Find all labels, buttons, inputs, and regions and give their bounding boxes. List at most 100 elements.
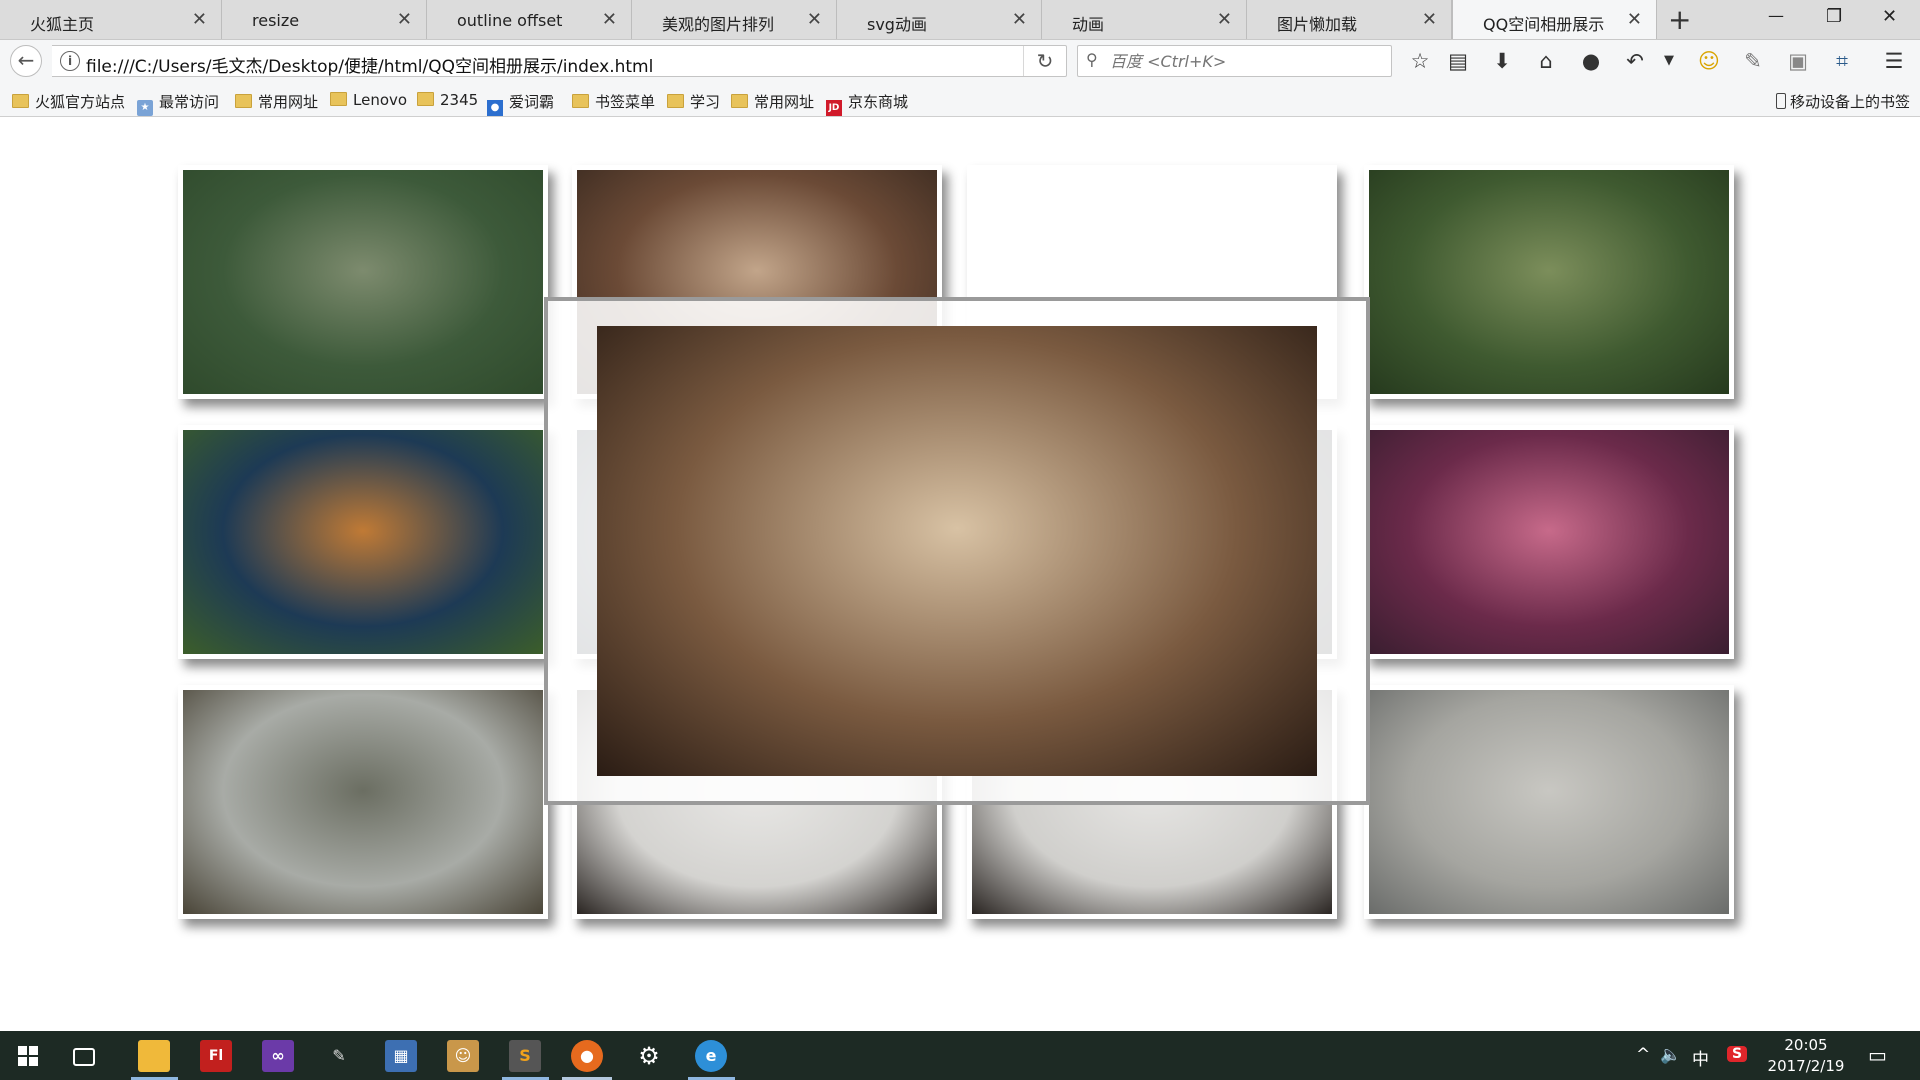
bookmark-label: 2345 — [440, 91, 479, 109]
close-window-button[interactable]: ✕ — [1882, 6, 1897, 27]
close-tab-icon[interactable]: ✕ — [1217, 9, 1232, 30]
photo-girl-railway — [183, 690, 543, 914]
bookmarks-bar: 火狐官方站点 ★ 最常访问 常用网址 Lenovo 2345 ● 爱词霸 书签菜单 … — [0, 82, 1920, 117]
bookmark-label: 常用网址 — [754, 93, 815, 111]
tab-resize[interactable]: resize ✕ — [222, 0, 427, 39]
bookmark-item[interactable]: 常用网址 — [731, 91, 814, 112]
undo-icon[interactable]: ↶ — [1622, 49, 1648, 73]
task-view-icon[interactable] — [73, 1048, 95, 1066]
home-icon[interactable]: ⌂ — [1533, 49, 1559, 73]
tab-label: 美观的图片排列 — [662, 15, 775, 34]
address-bar[interactable]: i file:///C:/Users/毛文杰/Desktop/便捷/html/Q… — [52, 45, 1067, 77]
photo-mountain-sunset — [183, 430, 543, 654]
photo-cherry-temple — [1369, 430, 1729, 654]
tray-chevron-icon[interactable]: ^ — [1636, 1045, 1650, 1065]
bookmark-item[interactable]: 2345 — [417, 91, 478, 109]
bookmark-star-icon[interactable]: ☆ — [1407, 49, 1433, 73]
search-input[interactable] — [1108, 48, 1382, 74]
action-center-icon[interactable]: ▭ — [1868, 1043, 1887, 1067]
tab-outline-offset[interactable]: outline offset ✕ — [427, 0, 632, 39]
most-visited-icon: ★ — [137, 100, 153, 116]
photo-card[interactable] — [1364, 685, 1734, 919]
back-arrow-icon: ← — [17, 48, 35, 72]
tab-image-layout[interactable]: 美观的图片排列 ✕ — [632, 0, 837, 39]
tab-strip: 火狐主页 ✕ resize ✕ outline offset ✕ 美观的图片排列… — [0, 0, 1920, 40]
photo-girl-pine — [1369, 170, 1729, 394]
bookmark-item[interactable]: Lenovo — [330, 91, 407, 109]
paint-tool-icon[interactable]: ✎ — [323, 1040, 355, 1072]
photo-app-icon[interactable]: ☺ — [447, 1040, 479, 1072]
tab-label: 火狐主页 — [30, 15, 95, 34]
flash-icon[interactable]: Fl — [200, 1040, 232, 1072]
emoji-icon[interactable]: ☺ — [1696, 49, 1722, 73]
ie-icon[interactable]: e — [695, 1040, 727, 1072]
ime-indicator[interactable]: 中 — [1692, 1045, 1709, 1070]
reload-icon[interactable]: ↻ — [1023, 46, 1066, 76]
app-icon[interactable]: ▦ — [385, 1040, 417, 1072]
photo-card[interactable] — [178, 685, 548, 919]
bookmark-item[interactable]: 书签菜单 — [572, 91, 655, 112]
close-tab-icon[interactable]: ✕ — [1627, 9, 1642, 30]
bookmark-label: Lenovo — [353, 91, 408, 109]
sogou-icon[interactable]: S — [1727, 1046, 1747, 1062]
restore-button[interactable]: ❐ — [1826, 6, 1842, 27]
bookmark-item[interactable]: ● 爱词霸 — [487, 91, 554, 116]
close-tab-icon[interactable]: ✕ — [602, 9, 617, 30]
photo-card[interactable] — [1364, 165, 1734, 399]
sublime-icon[interactable]: S — [509, 1040, 541, 1072]
bookmark-item[interactable]: 学习 — [667, 91, 720, 112]
firefox-icon[interactable]: ● — [571, 1040, 603, 1072]
tab-label: 图片懒加载 — [1277, 15, 1358, 34]
search-box[interactable]: ⚲ — [1077, 45, 1392, 77]
jd-icon: JD — [826, 100, 842, 116]
mobile-bookmarks[interactable]: 移动设备上的书签 — [1775, 91, 1910, 112]
bookmark-item[interactable]: JD 京东商城 — [826, 91, 908, 116]
close-tab-icon[interactable]: ✕ — [192, 9, 207, 30]
photo-girl-scarf — [1369, 690, 1729, 914]
reading-list-icon[interactable]: ▤ — [1445, 49, 1471, 73]
photo-card[interactable] — [178, 425, 548, 659]
tab-svg-animation[interactable]: svg动画 ✕ — [837, 0, 1042, 39]
tab-huohu-home[interactable]: 火狐主页 ✕ — [0, 0, 222, 39]
site-info-icon[interactable]: i — [60, 51, 80, 71]
extension-icon[interactable]: ✎ — [1740, 49, 1766, 73]
volume-icon[interactable]: 🔈 — [1660, 1045, 1681, 1065]
tab-label: 动画 — [1072, 15, 1105, 34]
folder-icon — [330, 92, 347, 106]
tab-lazy-load[interactable]: 图片懒加载 ✕ — [1247, 0, 1452, 39]
url-text[interactable]: file:///C:/Users/毛文杰/Desktop/便捷/html/QQ空… — [86, 52, 653, 77]
tab-label: svg动画 — [867, 15, 927, 34]
sync-account-icon[interactable]: ● — [1578, 49, 1604, 73]
bookmark-label: 学习 — [690, 93, 721, 111]
minimize-button[interactable]: — — [1768, 6, 1784, 25]
iciba-icon: ● — [487, 100, 503, 116]
photo-card[interactable] — [178, 165, 548, 399]
bookmark-item[interactable]: 火狐官方站点 — [12, 91, 125, 112]
tab-label: resize — [252, 11, 300, 30]
dropdown-icon[interactable]: ▼ — [1656, 53, 1682, 68]
bookmark-item[interactable]: ★ 最常访问 — [137, 91, 219, 116]
start-button[interactable] — [18, 1046, 38, 1066]
bookmark-item[interactable]: 常用网址 — [235, 91, 318, 112]
close-tab-icon[interactable]: ✕ — [397, 9, 412, 30]
settings-icon[interactable]: ⚙ — [633, 1040, 665, 1072]
folder-icon — [667, 94, 684, 108]
back-button[interactable]: ← — [10, 45, 42, 77]
crop-icon[interactable]: ⌗ — [1829, 49, 1855, 74]
tab-qq-album[interactable]: QQ空间相册展示 ✕ — [1452, 0, 1657, 39]
photo-girl-bookstore-enlarged[interactable] — [597, 326, 1317, 776]
close-tab-icon[interactable]: ✕ — [1012, 9, 1027, 30]
new-tab-button[interactable]: + — [1668, 3, 1691, 36]
tab-animation[interactable]: 动画 ✕ — [1042, 0, 1247, 39]
close-tab-icon[interactable]: ✕ — [1422, 9, 1437, 30]
download-icon[interactable]: ⬇ — [1489, 49, 1515, 73]
close-tab-icon[interactable]: ✕ — [807, 9, 822, 30]
screenshot-icon[interactable]: ▣ — [1785, 49, 1811, 73]
visual-studio-icon[interactable]: ∞ — [262, 1040, 294, 1072]
menu-icon[interactable]: ☰ — [1881, 49, 1907, 73]
bookmark-label: 火狐官方站点 — [35, 93, 126, 111]
system-clock[interactable]: 20:05 2017/2/19 — [1766, 1035, 1846, 1077]
folder-icon — [12, 94, 29, 108]
photo-card[interactable] — [1364, 425, 1734, 659]
file-explorer-icon[interactable] — [138, 1040, 170, 1072]
